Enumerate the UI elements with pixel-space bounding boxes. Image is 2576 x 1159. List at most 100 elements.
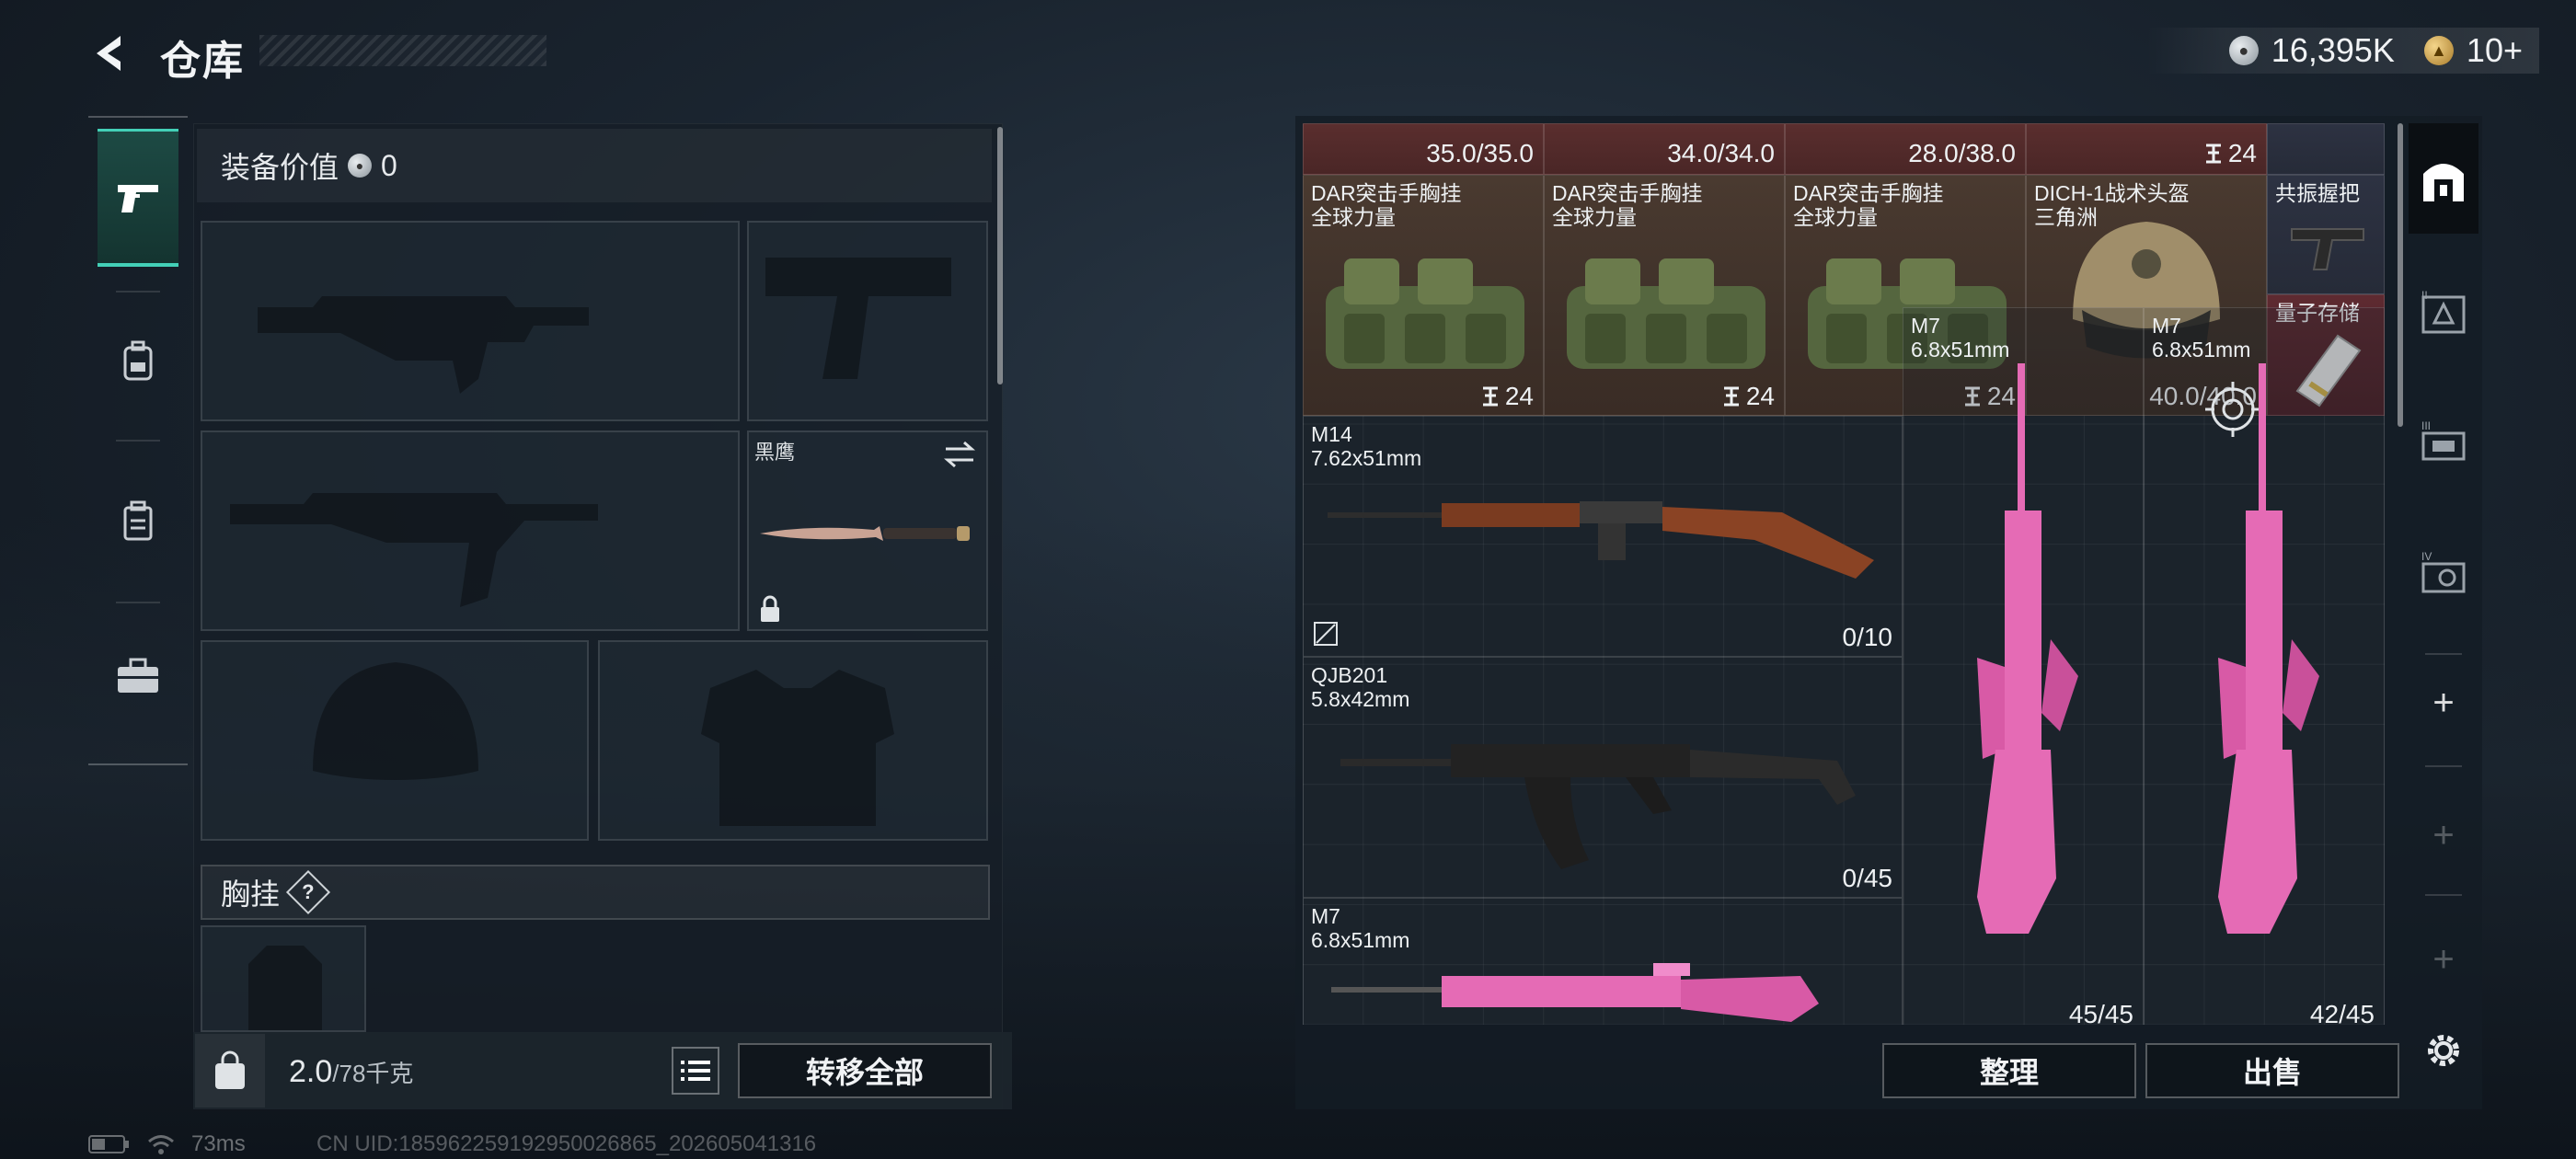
list-view-button[interactable]	[672, 1047, 719, 1095]
sell-button[interactable]: 出售	[2145, 1043, 2399, 1098]
stack-icon	[1482, 386, 1498, 407]
silver-amount: 16,395K	[2271, 31, 2395, 69]
nav-backpack-tab[interactable]	[98, 293, 178, 430]
weapon-name: QJB201	[1311, 663, 1388, 687]
warehouse-icon	[2423, 164, 2464, 201]
rifle-silhouette-icon	[230, 493, 598, 607]
item-name: DAR突击手胸挂	[1793, 181, 1944, 205]
item-cell[interactable]: 24	[2026, 123, 2267, 175]
wifi-icon	[148, 1135, 174, 1154]
backpack-icon	[123, 340, 153, 381]
tier-4-box-icon: IV	[2421, 551, 2466, 593]
weapon-name: M7	[1311, 904, 1340, 928]
weapon-item-qjb201[interactable]: QJB201 5.8x42mm 0/45	[1303, 657, 1903, 898]
toolbox-icon	[118, 658, 158, 693]
svg-text:III: III	[2421, 420, 2431, 432]
ammo-count: 45/45	[2068, 1000, 2133, 1025]
m7-rifle-image-vertical	[1977, 363, 2078, 934]
silver-coin-icon: ●	[2228, 36, 2259, 65]
weight-current: 2.0	[289, 1054, 333, 1089]
primary-weapon-slot-2[interactable]	[201, 430, 740, 631]
svg-text:II: II	[2421, 290, 2428, 302]
tab-inventory-main[interactable]	[2409, 123, 2478, 234]
tab-tier-2-box[interactable]: II	[2409, 258, 2478, 368]
settings-button[interactable]	[2418, 1025, 2469, 1076]
secondary-weapon-slot[interactable]	[747, 221, 988, 421]
left-nav	[88, 116, 188, 765]
weapon-item-m7-vertical-2[interactable]: M7 6.8x51mm 42/45	[2144, 307, 2385, 1025]
ammo-count: 42/45	[2309, 1000, 2375, 1025]
chest-rig-item[interactable]: DAR突击手胸挂 全球力量 24	[1303, 175, 1544, 416]
tab-tier-3-box[interactable]: III	[2409, 388, 2478, 499]
knife-icon	[760, 526, 970, 541]
chest-rig-header: 胸挂 ?	[201, 865, 990, 920]
weapon-item-m14[interactable]: M14 7.62x51mm 0/10	[1303, 416, 1903, 657]
tab-tier-4-box[interactable]: IV	[2409, 519, 2478, 629]
ping-value: 73ms	[191, 1131, 246, 1156]
item-faction: 全球力量	[1793, 205, 1878, 229]
list-icon	[681, 1061, 710, 1081]
equipment-value-header: 装备价值 ● 0	[197, 129, 992, 202]
weapon-caliber: 7.62x51mm	[1311, 446, 1422, 470]
nav-toolkit-tab[interactable]	[98, 607, 178, 745]
m7-rifle-image-horizontal	[1331, 963, 1819, 1022]
helmet-silhouette-icon	[313, 662, 478, 780]
chest-rig-item[interactable]: DAR突击手胸挂 全球力量 24	[1544, 175, 1785, 416]
gear-icon	[2428, 1035, 2459, 1066]
organize-button[interactable]: 整理	[1882, 1043, 2136, 1098]
add-storage-button-locked[interactable]: +	[2409, 918, 2478, 1001]
svg-text:IV: IV	[2421, 551, 2432, 563]
warehouse-scrollbar[interactable]	[2398, 123, 2403, 427]
weight-display: 2.0/78千克	[289, 1054, 413, 1090]
weight-bag-icon	[215, 1050, 245, 1089]
item-cell[interactable]: 35.0/35.0	[1303, 123, 1544, 175]
back-arrow-icon	[97, 36, 121, 71]
melee-name: 黑鹰	[754, 441, 796, 464]
chest-rig-image	[1567, 258, 1765, 369]
chest-rig-slot[interactable]	[201, 925, 366, 1032]
stack-icon	[1723, 386, 1739, 407]
pistol-silhouette-icon	[765, 258, 951, 379]
warehouse-tabs: II III IV + + +	[2409, 123, 2478, 1080]
plus-icon: +	[2432, 938, 2455, 980]
item-count: 24	[1745, 382, 1775, 410]
helmet-slot[interactable]	[201, 640, 589, 841]
lock-icon	[761, 595, 779, 622]
item-name: DAR突击手胸挂	[1311, 181, 1462, 205]
weapon-item-m7-vertical-1[interactable]: M7 6.8x51mm 45/45	[1903, 307, 2144, 1025]
grip-item[interactable]: 共振握把	[2267, 175, 2385, 294]
body-armor-slot[interactable]	[598, 640, 988, 841]
item-faction: 全球力量	[1552, 205, 1637, 229]
battery-icon	[88, 1135, 129, 1153]
back-button[interactable]	[85, 28, 136, 79]
ammo-count: 0/45	[1842, 864, 1893, 892]
nav-weapon-tab[interactable]	[98, 129, 178, 267]
loadout-scrollbar[interactable]	[997, 127, 1003, 384]
warehouse-grid: 35.0/35.0 34.0/34.0 28.0/38.0 24 DAR突击手胸…	[1303, 123, 2385, 1025]
item-cell[interactable]: 34.0/34.0	[1544, 123, 1785, 175]
m7-rifle-image-vertical	[2218, 363, 2319, 934]
locker-icon	[123, 500, 153, 541]
chest-rig-image	[1326, 258, 1524, 369]
title-decoration	[259, 35, 546, 66]
weapon-name: M7	[1911, 314, 1940, 338]
weapon-name: M7	[2152, 314, 2181, 338]
ammo-count: 0/10	[1842, 623, 1893, 651]
transfer-all-button[interactable]: 转移全部	[738, 1043, 992, 1098]
primary-weapon-slot-1[interactable]	[201, 221, 740, 421]
chest-rig-label: 胸挂	[221, 878, 281, 911]
swap-icon[interactable]	[942, 440, 977, 469]
item-name: DICH-1战术头盔	[2034, 181, 2190, 205]
weight-max: /78千克	[332, 1060, 414, 1087]
add-storage-button-locked[interactable]: +	[2409, 789, 2478, 881]
weapon-caliber: 6.8x51mm	[2152, 338, 2251, 361]
weapon-item-m7[interactable]: M7 6.8x51mm	[1303, 898, 1903, 1025]
weight-bag-box	[195, 1034, 265, 1107]
melee-weapon-slot[interactable]: 黑鹰	[747, 430, 988, 631]
add-storage-button[interactable]: +	[2409, 657, 2478, 749]
equipment-value-label: 装备价值	[221, 151, 339, 184]
item-cell[interactable]	[2267, 123, 2385, 175]
nav-locker-tab[interactable]	[98, 453, 178, 591]
help-icon[interactable]: ?	[285, 869, 331, 915]
item-cell[interactable]: 28.0/38.0	[1785, 123, 2026, 175]
